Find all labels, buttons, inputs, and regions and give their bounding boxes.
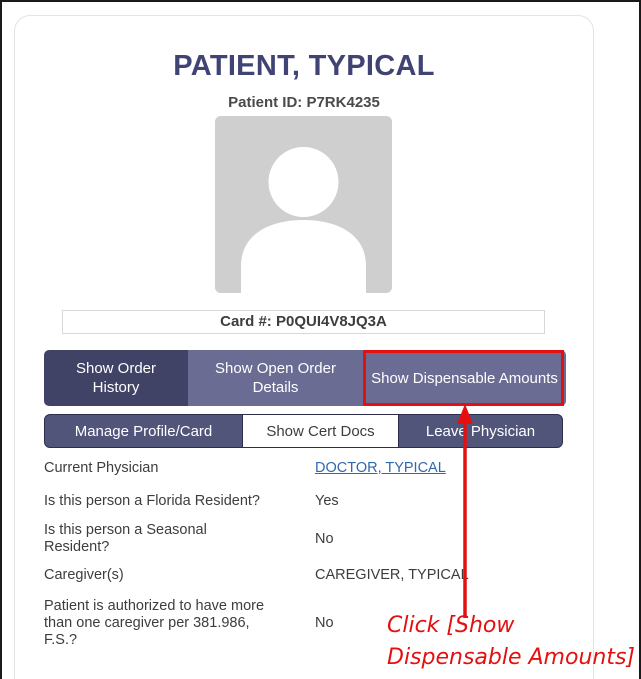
detail-value: Yes xyxy=(315,493,339,509)
detail-value: No xyxy=(315,615,334,631)
patient-id: Patient ID: P7RK4235 xyxy=(228,94,380,111)
card-number: Card #: P0QUI4V8JQ3A xyxy=(62,310,545,334)
detail-label: Is this person a Florida Resident? xyxy=(44,493,260,509)
patient-name: PATIENT, TYPICAL xyxy=(173,50,435,82)
detail-value: CAREGIVER, TYPICAL xyxy=(315,567,469,583)
person-silhouette-icon xyxy=(215,116,392,293)
leave-physician-button[interactable]: Leave Physician xyxy=(398,414,563,448)
show-open-order-details-button[interactable]: Show Open Order Details xyxy=(188,350,363,406)
show-order-history-button[interactable]: Show Order History xyxy=(44,350,188,406)
instruction-line-1: Click [Show xyxy=(387,613,515,638)
detail-label: Caregiver(s) xyxy=(44,567,124,583)
instruction-line-2: Dispensable Amounts] xyxy=(387,645,636,670)
detail-label: Patient is authorized to have more than … xyxy=(44,598,265,648)
highlight-box xyxy=(363,350,564,406)
instruction-callout: Click [Show Dispensable Amounts] xyxy=(387,610,641,674)
show-cert-docs-button[interactable]: Show Cert Docs xyxy=(243,414,398,448)
avatar-placeholder xyxy=(215,116,392,293)
detail-label: Is this person a Seasonal Resident? xyxy=(44,522,207,555)
detail-label: Current Physician xyxy=(44,460,159,476)
manage-profile-card-button[interactable]: Manage Profile/Card xyxy=(44,414,243,448)
action-button-group-secondary: Manage Profile/Card Show Cert Docs Leave… xyxy=(44,414,563,448)
detail-value: No xyxy=(315,531,334,547)
physician-link[interactable]: DOCTOR, TYPICAL xyxy=(315,460,446,477)
